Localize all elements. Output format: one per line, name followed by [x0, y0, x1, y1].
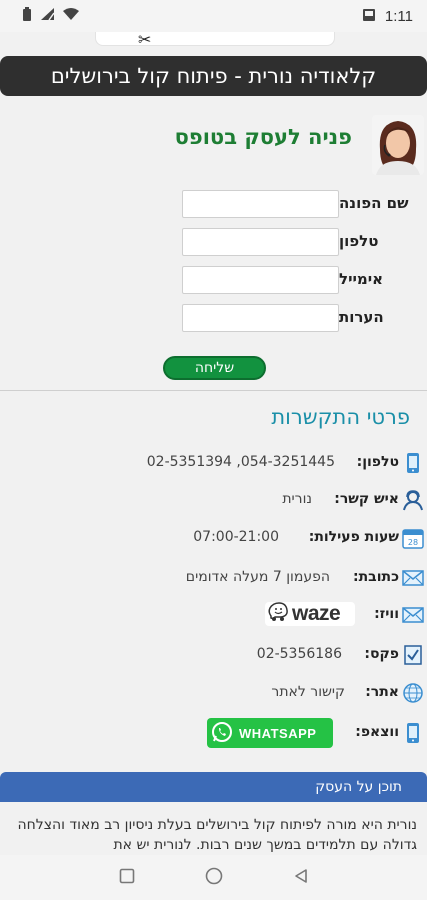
page-title: קלאודיה נורית - פיתוח קול בירושלים: [50, 64, 377, 88]
form-row-email: אימייל: [0, 266, 427, 296]
status-icons: [22, 6, 79, 26]
mobile-phone-icon: [401, 721, 425, 745]
whatsapp-button[interactable]: WHATSAPP: [207, 718, 333, 748]
person-icon: [401, 488, 425, 512]
navigation-bar: [0, 855, 427, 900]
svg-text:28: 28: [408, 538, 418, 547]
contact-row-phone: טלפון: 054-3251445, 02-5351394: [0, 448, 427, 480]
form-row-notes: הערות: [0, 304, 427, 334]
back-button[interactable]: [293, 868, 309, 888]
waze-logo-icon: [267, 602, 289, 626]
battery-icon: [22, 6, 32, 26]
form-row-name: שם הפונה: [0, 190, 427, 220]
about-text: נורית היא מורה לפיתוח קול בירושלים בעלת …: [17, 817, 417, 853]
waze-contact-label: וויז:: [374, 606, 399, 622]
address-contact-label: כתובת:: [353, 569, 399, 585]
home-button[interactable]: [205, 867, 223, 889]
page-header: קלאודיה נורית - פיתוח קול בירושלים: [0, 56, 427, 96]
fax-contact-value: 02-5356186: [256, 646, 342, 662]
contact-row-whatsapp: ווצאפ: WHATSAPP: [0, 718, 427, 750]
about-header: תוכן על העסק: [0, 772, 427, 802]
globe-icon: [401, 681, 425, 705]
top-tab: [95, 32, 335, 46]
recent-apps-button[interactable]: [119, 868, 135, 888]
contact-row-fax: פקס: 02-5356186: [0, 640, 427, 672]
fax-contact-label: פקס:: [364, 646, 399, 662]
site-contact-label: אתר:: [365, 684, 399, 700]
mobile-phone-icon: [401, 451, 425, 475]
person-contact-label: איש קשר:: [334, 491, 399, 507]
gallery-icon: [362, 8, 375, 25]
whatsapp-icon: [211, 721, 233, 746]
contact-row-address: כתובת: הפעמון 7 מעלה אדומים: [0, 563, 427, 595]
clock-time: 1:11: [384, 7, 413, 25]
contact-title: פרטי התקשרות: [271, 405, 410, 429]
phone-contact-value[interactable]: 054-3251445, 02-5351394: [147, 454, 335, 470]
fax-icon: [401, 643, 425, 667]
phone-contact-label: טלפון:: [356, 454, 399, 470]
address-contact-value: הפעמון 7 מעלה אדומים: [185, 569, 330, 585]
name-label: שם הפונה: [339, 194, 409, 212]
contact-row-waze: וויז: waze: [0, 600, 427, 632]
name-input[interactable]: [182, 190, 339, 218]
email-label: אימייל: [339, 270, 384, 288]
contact-row-site: אתר: קישור לאתר: [0, 678, 427, 710]
about-title: תוכן על העסק: [315, 779, 402, 795]
hours-contact-label: שעות פעילות:: [308, 529, 399, 545]
phone-label: טלפון: [339, 232, 379, 250]
agent-avatar: [372, 115, 424, 175]
form-title: פניה לעסק בטופס: [174, 125, 352, 149]
section-divider: [0, 390, 427, 391]
contact-row-hours: 28 שעות פעילות: 07:00-21:00: [0, 523, 427, 555]
email-input[interactable]: [182, 266, 339, 294]
envelope-icon: [401, 603, 425, 627]
scissors-icon[interactable]: ✂: [138, 30, 151, 49]
contact-row-person: איש קשר: נורית: [0, 485, 427, 517]
hours-contact-value: 07:00-21:00: [193, 529, 279, 545]
waze-text: waze: [292, 602, 341, 625]
waze-link[interactable]: waze: [265, 602, 355, 626]
form-row-phone: טלפון: [0, 228, 427, 258]
whatsapp-contact-label: ווצאפ:: [355, 724, 399, 740]
status-bar: 1:11: [0, 0, 427, 32]
notes-input[interactable]: [182, 304, 339, 332]
site-link[interactable]: קישור לאתר: [271, 684, 345, 700]
send-button[interactable]: שליחה: [163, 356, 266, 380]
wifi-icon: [63, 7, 79, 25]
notes-label: הערות: [339, 308, 384, 326]
phone-input[interactable]: [182, 228, 339, 256]
whatsapp-button-label: WHATSAPP: [239, 725, 317, 741]
signal-icon: [40, 7, 55, 25]
envelope-icon: [401, 566, 425, 590]
calendar-icon: 28: [401, 526, 425, 550]
person-contact-value: נורית: [282, 491, 312, 507]
